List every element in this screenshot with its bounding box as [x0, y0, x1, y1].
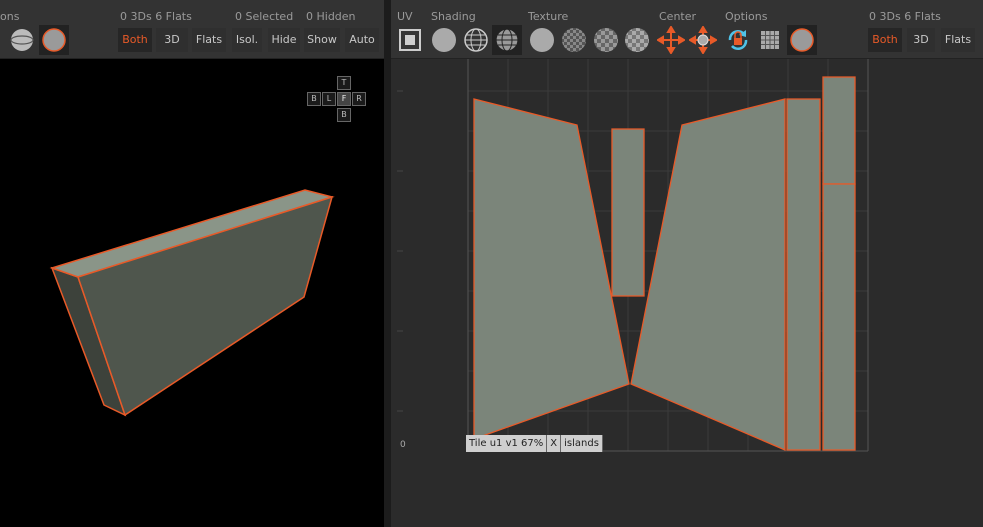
3d-button[interactable]: 3D [907, 28, 935, 52]
center-target-icon[interactable] [688, 25, 718, 55]
options-header: Options [725, 10, 768, 23]
uv-island-tall2 [822, 183, 856, 451]
right-toolbar: UV Shading Texture Center Options 0 3Ds … [391, 0, 983, 59]
uv-canvas[interactable] [391, 59, 983, 527]
uv-header: UV [397, 10, 413, 23]
uv-status-bar: Tile u1 v1 67% X islands [466, 435, 603, 452]
island-mode[interactable]: islands [561, 435, 603, 452]
shading-solid-wire-icon[interactable] [492, 25, 522, 55]
texture-solid-icon[interactable] [527, 25, 557, 55]
uv-island-small-top [822, 76, 856, 185]
counts-label: 0 3Ds 6 Flats [869, 10, 941, 23]
model-3d[interactable] [0, 0, 384, 527]
viewport-3d[interactable]: ons 0 3Ds 6 Flats 0 Selected 0 Hidden Bo… [0, 0, 384, 527]
uv-axis-zero: 0 [400, 440, 406, 450]
uv-editor[interactable]: UV Shading Texture Center Options 0 3Ds … [391, 0, 983, 527]
uv-island-right [630, 98, 786, 451]
texture-checker-icon[interactable] [559, 25, 589, 55]
tile-status: Tile u1 v1 67% [466, 435, 548, 452]
refresh-lock-icon[interactable] [723, 25, 753, 55]
uv-island-left [473, 98, 630, 440]
both-button[interactable]: Both [868, 28, 902, 52]
shading-wire-icon[interactable] [461, 25, 491, 55]
panel-divider[interactable] [384, 0, 391, 527]
texture-checker3-icon[interactable] [622, 25, 652, 55]
uv-island-strip [611, 128, 645, 297]
flats-button[interactable]: Flats [941, 28, 975, 52]
center-move-icon[interactable] [656, 25, 686, 55]
frame-icon[interactable] [395, 25, 425, 55]
sphere-color-icon[interactable] [787, 25, 817, 55]
uv-island-tall1 [786, 98, 821, 451]
close-status-button[interactable]: X [547, 435, 562, 452]
texture-checker2-icon[interactable] [591, 25, 621, 55]
shading-flat-icon[interactable] [429, 25, 459, 55]
texture-header: Texture [528, 10, 569, 23]
grid-icon[interactable] [755, 25, 785, 55]
shading-header: Shading [431, 10, 476, 23]
center-header: Center [659, 10, 697, 23]
